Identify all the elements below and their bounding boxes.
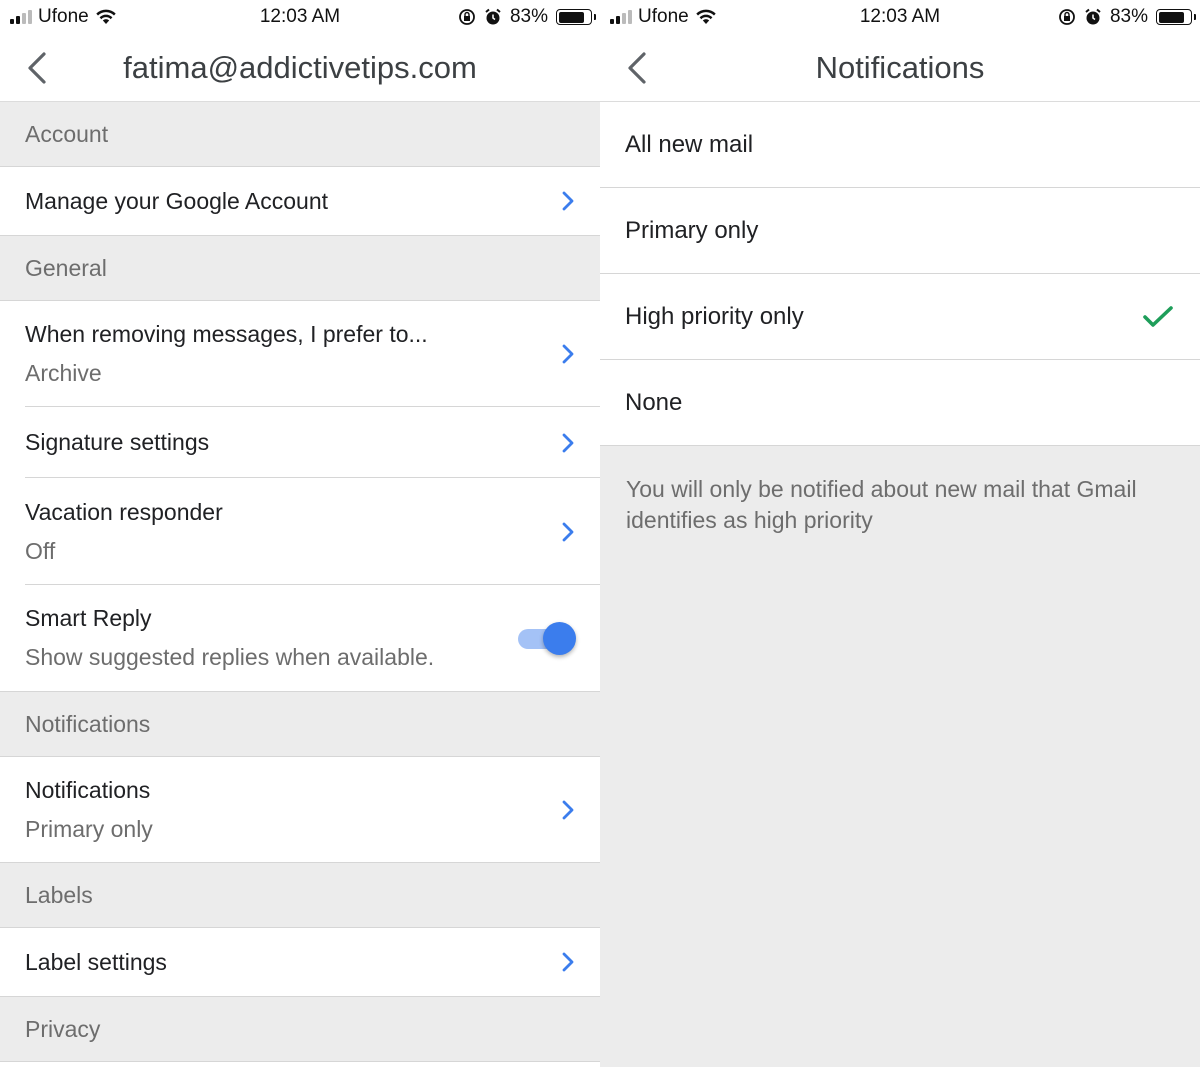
orientation-lock-icon [459,9,475,25]
manage-google-account-row[interactable]: Manage your Google Account [0,167,600,236]
row-title: Smart Reply [25,605,152,631]
page-title: Notifications [815,50,985,85]
notifications-row[interactable]: Notifications Primary only [0,757,600,863]
label-settings-row[interactable]: Label settings [0,928,600,997]
notification-options: All new mail Primary only High priority … [600,102,1200,446]
option-none[interactable]: None [600,360,1200,446]
section-header-account: Account [0,102,600,167]
row-title: Manage your Google Account [25,187,329,214]
section-header-labels: Labels [0,863,600,928]
option-label: High priority only [625,302,804,330]
smart-reply-toggle[interactable] [518,621,576,655]
notifications-screen: Ufone 12:03 AM 83% Notifications All new… [600,0,1200,1067]
account-settings-screen: Ufone 12:03 AM 83% fatima@addictivetips.… [0,0,600,1067]
option-label: Primary only [625,216,759,244]
status-bar: Ufone 12:03 AM 83% [0,0,600,34]
battery-level [558,11,585,23]
removing-messages-row[interactable]: When removing messages, I prefer to... A… [0,301,600,407]
chevron-right-icon [562,952,574,972]
row-subtitle: Off [25,537,56,564]
toggle-knob [543,622,576,655]
row-title: When removing messages, I prefer to... [25,321,428,347]
section-header-notifications: Notifications [0,692,600,757]
alarm-icon [1085,8,1101,25]
chevron-right-icon [562,433,574,452]
row-title: Vacation responder [25,498,223,525]
option-high-priority-only[interactable]: High priority only [600,274,1200,360]
nav-bar: fatima@addictivetips.com [0,34,600,102]
row-title: Label settings [25,948,167,975]
battery-icon [1156,9,1196,25]
row-subtitle: Primary only [25,815,153,842]
alarm-icon [485,8,501,25]
row-subtitle: Archive [25,360,102,386]
battery-level [1158,11,1185,23]
option-all-new-mail[interactable]: All new mail [600,102,1200,188]
row-title: Notifications [25,776,151,803]
status-bar: Ufone 12:03 AM 83% [600,0,1200,34]
orientation-lock-icon [1059,9,1075,25]
row-subtitle: Show suggested replies when available. [25,644,435,670]
option-label: None [625,388,683,416]
chevron-right-icon [562,344,574,364]
option-label: All new mail [625,130,754,158]
chevron-right-icon [562,191,574,211]
vacation-responder-row[interactable]: Vacation responder Off [0,478,600,585]
section-header-general: General [0,236,600,301]
page-title: fatima@addictivetips.com [123,50,477,85]
option-primary-only[interactable]: Primary only [600,188,1200,274]
nav-bar: Notifications [600,34,1200,102]
option-description: You will only be notified about new mail… [626,476,1137,533]
signature-settings-row[interactable]: Signature settings [0,407,600,478]
row-title: Signature settings [25,429,210,455]
battery-icon [556,9,596,25]
smart-reply-row: Smart Reply Show suggested replies when … [0,585,600,692]
chevron-right-icon [562,800,574,819]
checkmark-icon [1143,305,1173,327]
battery-percent: 83% [1109,6,1148,27]
settings-list: Account Manage your Google Account Gener… [0,102,600,1062]
section-header-privacy: Privacy [0,997,600,1062]
battery-percent: 83% [509,6,548,27]
chevron-right-icon [562,522,574,541]
